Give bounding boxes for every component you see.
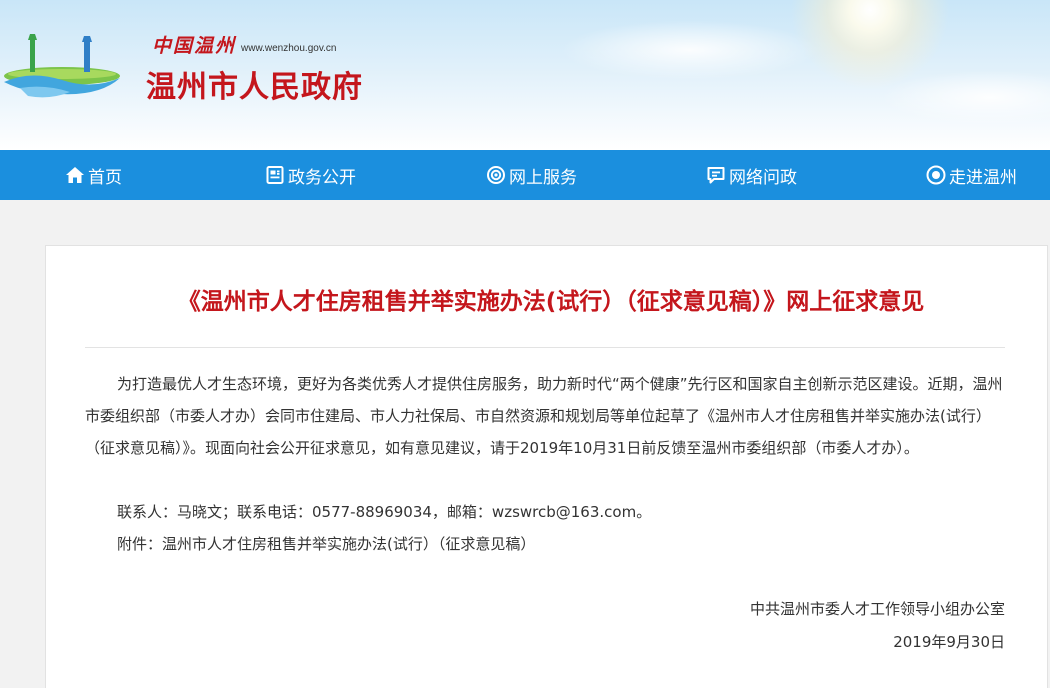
wenzhou-emblem-icon [4, 34, 120, 98]
signature-org: 中共温州市委人才工作领导小组办公室 [749, 600, 1005, 618]
article-body-text: 为打造最优人才生态环境，更好为各类优秀人才提供住房服务，助力新时代“两个健康”先… [85, 375, 1003, 457]
nav-item-online-services[interactable]: 网上服务 [486, 150, 577, 200]
title-divider [85, 347, 1005, 348]
cloud [560, 20, 820, 80]
nav-item-label: 走进温州 [949, 167, 1017, 188]
home-icon [66, 167, 84, 183]
main-nav: 首页 政务公开 网上服务 网络问政 走进温州 [0, 150, 1050, 200]
contact-text: 联系人：马晓文；联系电话：0577-88969034，邮箱：wzswrcb@16… [117, 503, 652, 521]
site-header: 中国温州 www.wenzhou.gov.cn 温州市人民政府 [0, 0, 1050, 150]
nav-item-label: 首页 [88, 167, 122, 188]
signature-date: 2019年9月30日 [893, 633, 1005, 651]
service-icon [487, 166, 505, 184]
attachment-link[interactable]: 温州市人才住房租售并举实施办法(试行）（征求意见稿） [162, 535, 535, 553]
nav-item-online-inquiry[interactable]: 网络问政 [706, 150, 797, 200]
nav-item-government-affairs[interactable]: 政务公开 [265, 150, 356, 200]
eye-icon [926, 165, 946, 185]
nav-item-label: 网络问政 [729, 167, 797, 188]
site-url: www.wenzhou.gov.cn [241, 43, 337, 54]
article-title: 《温州市人才住房租售并举实施办法(试行）（征求意见稿）》网上征求意见 [177, 289, 925, 315]
site-name-cn: 中国温州 [152, 35, 237, 57]
contact-info: 联系人：马晓文；联系电话：0577-88969034，邮箱：wzswrcb@16… [85, 496, 1005, 528]
article-body: 为打造最优人才生态环境，更好为各类优秀人才提供住房服务，助力新时代“两个健康”先… [85, 368, 1005, 464]
nav-item-home[interactable]: 首页 [65, 150, 122, 200]
nav-item-label: 网上服务 [509, 167, 577, 188]
nav-item-about-wenzhou[interactable]: 走进温州 [926, 150, 1017, 200]
chat-icon [707, 167, 725, 184]
document-icon [266, 166, 284, 184]
attachment-prefix: 附件： [117, 535, 163, 553]
site-title[interactable]: 温州市人民政府 [146, 62, 363, 106]
attachment-line: 附件：温州市人才住房租售并举实施办法(试行）（征求意见稿） [85, 528, 1005, 560]
nav-item-label: 政务公开 [288, 167, 356, 188]
